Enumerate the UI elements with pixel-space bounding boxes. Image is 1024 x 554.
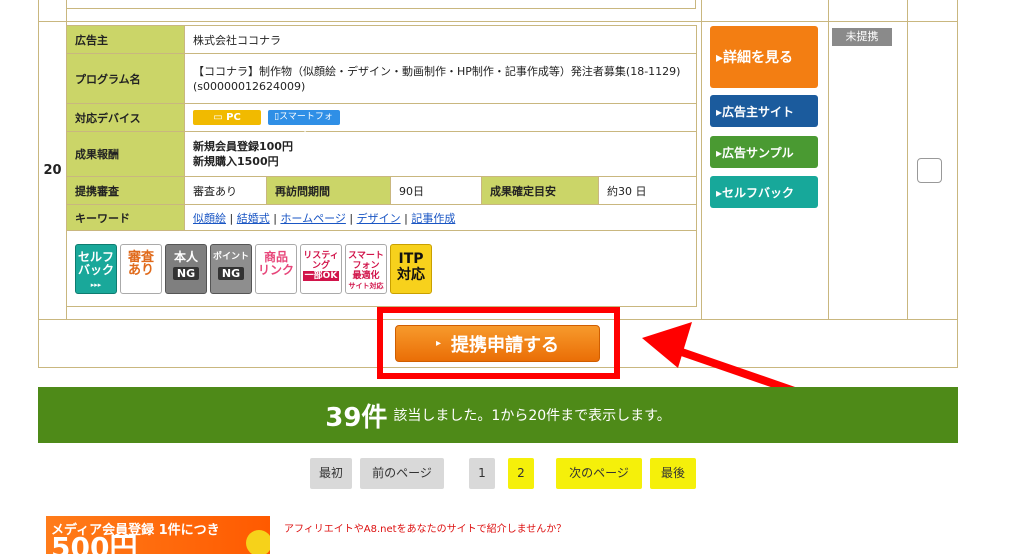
- last-page-button[interactable]: 最後: [650, 458, 696, 489]
- reward-value: 新規会員登録100円 新規購入1500円: [184, 131, 697, 178]
- banner-line-2: 500円: [51, 531, 138, 554]
- keyword-link[interactable]: デザイン: [357, 212, 401, 225]
- prev-page-button[interactable]: 前のページ: [360, 458, 444, 489]
- ad-sample-button[interactable]: ▸広告サンプル: [710, 136, 818, 168]
- point-ng-icon: ポイント NG: [210, 243, 252, 294]
- row-number: 20: [43, 163, 62, 178]
- confirm-label: 成果確定目安: [481, 176, 599, 206]
- previous-row-info: [66, 0, 696, 9]
- keyword-label: キーワード: [66, 204, 185, 232]
- program-name-label: プログラム名: [66, 53, 185, 104]
- review-value: 審査あり: [184, 176, 267, 206]
- coin-icon: [246, 530, 270, 554]
- keyword-link[interactable]: 記事作成: [411, 212, 455, 225]
- view-details-button[interactable]: ▸詳細を見る: [710, 26, 818, 88]
- reward-label: 成果報酬: [66, 131, 185, 178]
- review-label: 提携審査: [66, 176, 185, 206]
- advertiser-label: 広告主: [66, 24, 185, 55]
- keyword-list: 似顔絵 | 結婚式 | ホームページ | デザイン | 記事作成: [184, 204, 697, 232]
- device-pc-badge: ▭ PC: [193, 110, 261, 126]
- device-smartphone-badge: ▯スマートフォン: [267, 110, 340, 137]
- smartphone-optimized-icon: スマート フォン 最適化 サイト対応: [345, 243, 387, 294]
- reward-line: 新規会員登録100円: [193, 140, 293, 154]
- itp-support-icon: ITP 対応: [390, 243, 432, 294]
- self-purchase-ng-icon: 本人 NG: [165, 243, 207, 294]
- keyword-link[interactable]: 結婚式: [237, 212, 270, 225]
- select-checkbox[interactable]: [917, 158, 942, 183]
- listing-partial-ok-icon: リスティ ング 一部OK: [300, 243, 342, 294]
- results-message: 該当しました。1から20件まで表示します。: [393, 408, 671, 424]
- program-info-table: 広告主 株式会社ココナラ プログラム名 【ココナラ】制作物（似顔絵・デザイン・動…: [66, 24, 697, 307]
- devices-value: ▭ PC ▯スマートフォン: [184, 102, 697, 137]
- product-link-icon: 商品 リンク: [255, 243, 297, 294]
- page: 20 広告主 株式会社ココナラ プログラム名 【ココナラ】制作物（似顔絵・デザイ…: [0, 0, 1024, 554]
- page-1-button[interactable]: 1: [469, 458, 495, 489]
- results-summary-bar: 39件 該当しました。1から20件まで表示します。: [38, 387, 958, 443]
- confirm-value: 約30 日: [598, 176, 697, 206]
- review-required-icon: 審査 あり: [120, 243, 162, 294]
- advertiser-value: 株式会社ココナラ: [184, 24, 697, 55]
- annotation-highlight-box: [377, 307, 620, 379]
- devices-label: 対応デバイス: [66, 102, 185, 133]
- media-signup-banner[interactable]: メディア会員登録 1件につき 500円: [46, 516, 270, 554]
- keyword-link[interactable]: 似顔絵: [193, 212, 226, 225]
- partnership-status-badge: 未提携: [832, 28, 892, 46]
- promo-link[interactable]: アフィリエイトやA8.netをあなたのサイトで紹介しませんか？: [284, 520, 566, 535]
- keyword-link[interactable]: ホームページ: [280, 212, 345, 225]
- advertiser-site-button[interactable]: ▸広告主サイト: [710, 95, 818, 127]
- reward-line: 新規購入1500円: [193, 155, 279, 169]
- self-back-icon: セルフ バック ▸▸▸: [75, 243, 117, 294]
- revisit-value: 90日: [390, 176, 482, 206]
- program-name-value: 【ココナラ】制作物（似顔絵・デザイン・動画制作・HP制作・記事作成等）発注者募集…: [184, 53, 697, 104]
- first-page-button[interactable]: 最初: [310, 458, 352, 489]
- feature-icons: セルフ バック ▸▸▸審査 あり本人 NGポイント NG商品 リンクリスティ ング 一部OKスマ…: [66, 230, 697, 307]
- page-2-current: 2: [508, 458, 534, 489]
- next-page-button[interactable]: 次のページ: [556, 458, 642, 489]
- revisit-label: 再訪問期間: [266, 176, 391, 206]
- self-back-button[interactable]: ▸セルフバック: [710, 176, 818, 208]
- results-count: 39件: [325, 402, 388, 433]
